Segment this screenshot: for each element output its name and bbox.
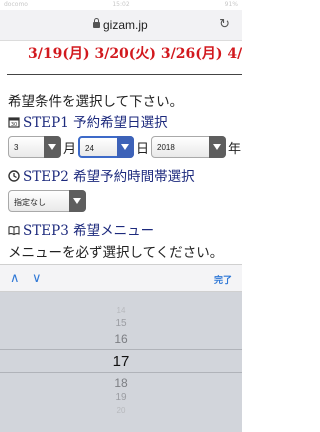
next-field-button[interactable]: ∨ (32, 271, 42, 286)
month-value: 3 (14, 143, 19, 152)
day-select[interactable]: 24 (78, 136, 134, 158)
battery-label: 91% (224, 1, 238, 8)
day-unit: 日 (136, 142, 150, 157)
picker-toolbar: ∧ ∨ 完了 (0, 264, 242, 292)
svg-text:30: 30 (11, 122, 17, 128)
picker-item[interactable]: 16 (0, 332, 242, 346)
step2-heading: STEP2 希望予約時間帯選択 (8, 165, 195, 185)
clock: 15:02 (112, 1, 130, 8)
month-select[interactable]: 3 (8, 136, 61, 158)
picker-item[interactable]: 20 (0, 406, 242, 415)
calendar-icon: 30 (8, 117, 20, 128)
chevron-down-icon (209, 136, 226, 158)
year-value: 2018 (157, 143, 175, 152)
menu-instruction: メニューを必ず選択してください。 (8, 245, 224, 261)
step3-heading: STEP3 希望メニュー (8, 219, 154, 239)
lock-icon (93, 18, 100, 28)
picker-item[interactable]: 19 (0, 392, 242, 403)
chevron-down-icon (69, 190, 86, 212)
available-dates[interactable]: 3/19(月) 3/20(火) 3/26(月) 4/2(月 (28, 43, 242, 63)
chevron-down-icon (44, 136, 61, 158)
address-bar[interactable]: gizam.jp ↻ (0, 10, 242, 41)
picker-item[interactable]: 15 (0, 318, 242, 329)
time-select[interactable]: 指定なし (8, 190, 86, 212)
year-select[interactable]: 2018 (151, 136, 226, 158)
day-value: 24 (85, 144, 94, 153)
chevron-down-icon (117, 136, 134, 158)
divider (7, 74, 242, 75)
clock-icon (8, 170, 20, 182)
step1-heading: 30 STEP1 予約希望日選択 (8, 111, 168, 131)
instruction-text: 希望条件を選択して下さい。 (8, 94, 184, 110)
url-text[interactable]: gizam.jp (103, 18, 148, 32)
book-icon (8, 226, 20, 236)
picker-item[interactable]: 14 (0, 306, 242, 315)
step1-label: STEP1 予約希望日選択 (23, 115, 168, 131)
year-unit: 年 (228, 142, 242, 157)
month-unit: 月 (63, 142, 77, 157)
reload-icon[interactable]: ↻ (219, 17, 230, 32)
done-button[interactable]: 完了 (214, 273, 232, 286)
step2-label: STEP2 希望予約時間帯選択 (23, 169, 195, 185)
status-bar: docomo 15:02 91% (0, 0, 242, 10)
previous-field-button[interactable]: ∧ (10, 271, 20, 286)
picker-item[interactable]: 18 (0, 376, 242, 390)
page-content: 3/19(月) 3/20(火) 3/26(月) 4/2(月 希望条件を選択して下… (0, 41, 242, 264)
time-value: 指定なし (14, 198, 46, 207)
day-picker-wheel[interactable]: 14 15 16 17 18 19 20 (0, 292, 242, 432)
picker-selected-item[interactable]: 17 (0, 353, 242, 370)
step3-label: STEP3 希望メニュー (23, 223, 155, 239)
